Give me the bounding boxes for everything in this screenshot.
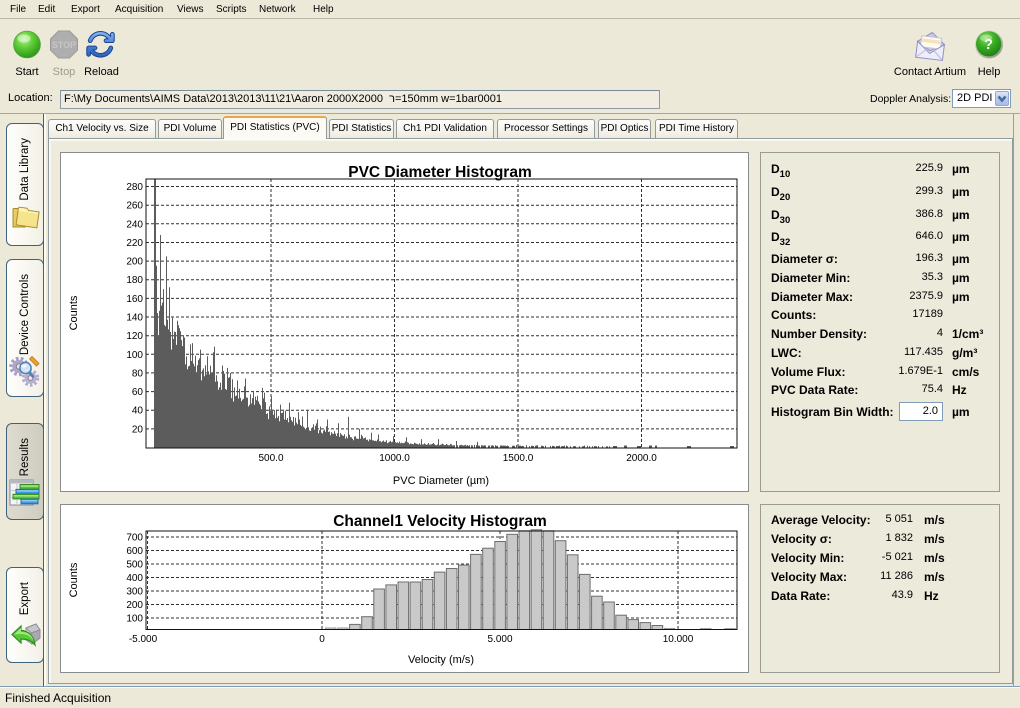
svg-text:280: 280 — [126, 182, 143, 193]
svg-text:140: 140 — [126, 313, 143, 324]
svg-text:Counts: Counts — [68, 295, 80, 330]
svg-text:-5.000: -5.000 — [129, 634, 158, 645]
svg-text:2000.0: 2000.0 — [626, 453, 657, 464]
svg-text:Counts: Counts — [68, 562, 80, 597]
svg-text:PVC Diameter Histogram: PVC Diameter Histogram — [348, 164, 531, 181]
svg-text:700: 700 — [126, 533, 143, 544]
svg-text:60: 60 — [132, 387, 144, 398]
svg-text:STOP: STOP — [52, 40, 76, 50]
svg-text:1000.0: 1000.0 — [379, 453, 410, 464]
svg-text:240: 240 — [126, 219, 143, 230]
svg-text:20: 20 — [132, 424, 144, 435]
svg-text:40: 40 — [132, 406, 144, 417]
svg-text:0: 0 — [319, 634, 325, 645]
svg-text:80: 80 — [132, 368, 144, 379]
svg-text:160: 160 — [126, 294, 143, 305]
svg-text:220: 220 — [126, 238, 143, 249]
svg-text:500.0: 500.0 — [258, 453, 283, 464]
svg-text:180: 180 — [126, 275, 143, 286]
svg-text:10.000: 10.000 — [663, 634, 694, 645]
svg-text:100: 100 — [126, 614, 143, 625]
svg-text:1500.0: 1500.0 — [503, 453, 534, 464]
svg-text:PVC Diameter (µm): PVC Diameter (µm) — [393, 475, 489, 487]
svg-text:?: ? — [984, 37, 993, 53]
svg-text:200: 200 — [126, 257, 143, 268]
svg-text:400: 400 — [126, 573, 143, 584]
svg-text:600: 600 — [126, 546, 143, 557]
svg-text:5.000: 5.000 — [487, 634, 512, 645]
svg-text:300: 300 — [126, 587, 143, 598]
svg-text:Velocity (m/s): Velocity (m/s) — [408, 654, 474, 666]
svg-text:Channel1 Velocity Histogram: Channel1 Velocity Histogram — [333, 513, 547, 530]
svg-text:200: 200 — [126, 600, 143, 611]
svg-text:120: 120 — [126, 331, 143, 342]
svg-text:100: 100 — [126, 350, 143, 361]
svg-text:500: 500 — [126, 560, 143, 571]
svg-text:260: 260 — [126, 201, 143, 212]
